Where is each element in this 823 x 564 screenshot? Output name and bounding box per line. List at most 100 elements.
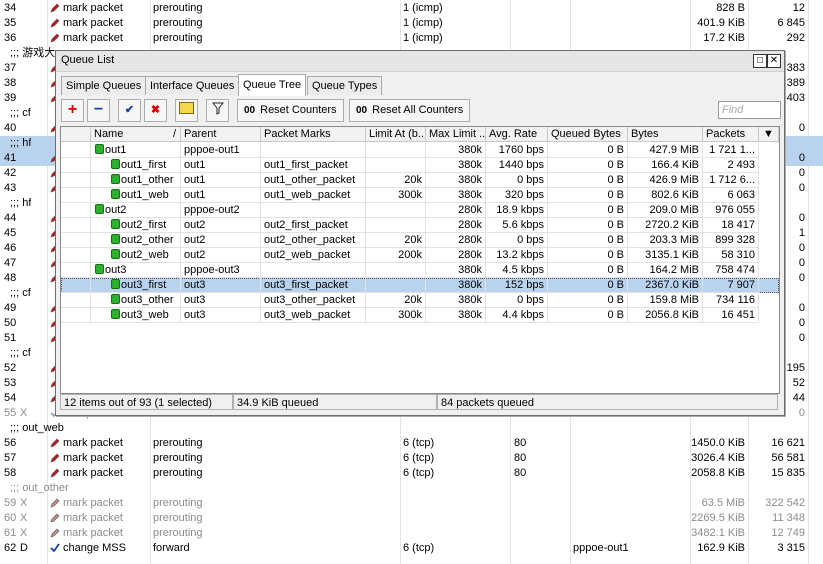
rule-number: 44 bbox=[4, 212, 17, 224]
queue-limit-at bbox=[366, 278, 426, 293]
rule-action: mark packet bbox=[63, 467, 123, 479]
queue-queued: 0 B bbox=[548, 293, 628, 308]
rule-packets: 12 749 bbox=[771, 527, 805, 539]
reset-counters-button[interactable]: 00 Reset Counters bbox=[237, 99, 344, 122]
rule-row[interactable]: 35 mark packet prerouting 1 (icmp) 401.9 KiB… bbox=[0, 16, 823, 31]
queue-packets: 2 493 bbox=[703, 158, 759, 173]
comment-button[interactable] bbox=[175, 99, 198, 122]
column-header-blank bbox=[61, 127, 91, 142]
queue-name-text: out1 bbox=[105, 144, 127, 156]
queue-packets: 6 063 bbox=[703, 188, 759, 203]
queue-row[interactable]: out2_other out2 out2_other_packet 20k 280k 0 … bbox=[61, 233, 779, 248]
rule-row[interactable]: 56 mark packet prerouting 6 (tcp) 80 1450.0 K… bbox=[0, 436, 823, 451]
rule-dst-port: 80 bbox=[514, 437, 527, 449]
tab-queue-tree[interactable]: Queue Tree bbox=[238, 74, 307, 96]
rule-bytes: 3026.4 KiB bbox=[691, 452, 745, 464]
enable-button[interactable]: ✔ bbox=[118, 99, 141, 122]
rule-chain: prerouting bbox=[153, 17, 203, 29]
row-gutter bbox=[61, 218, 91, 233]
remove-button[interactable]: − bbox=[87, 99, 110, 122]
rule-row[interactable]: 36 mark packet prerouting 1 (icmp) 17.2 KiB 2… bbox=[0, 31, 823, 46]
queue-parent: out1 bbox=[181, 173, 261, 188]
rule-number: 39 bbox=[4, 92, 17, 104]
queue-row[interactable]: out3_first out3 out3_first_packet 380k 152 b… bbox=[61, 278, 779, 293]
queue-name: out3_first bbox=[91, 278, 181, 293]
queue-name-text: out2 bbox=[105, 204, 127, 216]
reset-all-counters-button[interactable]: 00 Reset All Counters bbox=[349, 99, 471, 122]
rule-row[interactable]: 57 mark packet prerouting 6 (tcp) 80 3026.4 K… bbox=[0, 451, 823, 466]
queue-marks: out2_first_packet bbox=[261, 218, 366, 233]
queue-row[interactable]: out2_first out2 out2_first_packet 280k 5.6 k… bbox=[61, 218, 779, 233]
rule-row[interactable]: 62 Dchange MSS forward 6 (tcp) pppoe-out1 162… bbox=[0, 541, 823, 556]
rule-action: mark packet bbox=[63, 527, 123, 539]
queue-icon bbox=[95, 264, 104, 274]
rule-action: change MSS bbox=[63, 542, 126, 554]
disable-button[interactable]: ✖ bbox=[144, 99, 167, 122]
queue-row[interactable]: out2 pppoe-out2 280k 18.9 kbps 0 B 209.0 MiB 9… bbox=[61, 203, 779, 218]
rule-comment-row[interactable]: ;;; out_other bbox=[0, 481, 823, 496]
queue-name: out2 bbox=[91, 203, 181, 218]
tab-simple-queues[interactable]: Simple Queues bbox=[61, 76, 147, 95]
rule-protocol: 6 (tcp) bbox=[403, 467, 435, 479]
column-header-max-limit[interactable]: Max Limit ... bbox=[426, 127, 486, 142]
column-header-name[interactable]: Name / bbox=[91, 127, 181, 142]
close-icon[interactable]: ✕ bbox=[767, 54, 781, 68]
rule-row[interactable]: 61 Xmark packet prerouting 3482.1 KiB 12 749 bbox=[0, 526, 823, 541]
queue-parent: out2 bbox=[181, 248, 261, 263]
tab-queue-types[interactable]: Queue Types bbox=[307, 76, 383, 95]
rule-row[interactable]: 59 Xmark packet prerouting 63.5 MiB 322 542 bbox=[0, 496, 823, 511]
column-chooser-button[interactable]: ▼ bbox=[759, 127, 779, 142]
queue-parent: out1 bbox=[181, 158, 261, 173]
title-bar[interactable]: Queue List □ ✕ bbox=[56, 51, 784, 72]
rule-protocol: 1 (icmp) bbox=[403, 17, 443, 29]
column-header-queued-bytes[interactable]: Queued Bytes bbox=[548, 127, 628, 142]
queue-queued: 0 B bbox=[548, 263, 628, 278]
filter-icon bbox=[211, 102, 224, 115]
column-header-packets[interactable]: Packets bbox=[703, 127, 759, 142]
find-input[interactable]: Find bbox=[718, 101, 781, 119]
queue-name-text: out2_first bbox=[121, 219, 167, 231]
queue-row[interactable]: out3 pppoe-out3 380k 4.5 kbps 0 B 164.2 MiB 75… bbox=[61, 263, 779, 278]
column-header-parent[interactable]: Parent bbox=[181, 127, 261, 142]
queue-name: out2_web bbox=[91, 248, 181, 263]
queue-queued: 0 B bbox=[548, 188, 628, 203]
rule-comment-row[interactable]: ;;; out_web bbox=[0, 421, 823, 436]
filter-button[interactable] bbox=[206, 99, 229, 122]
rule-bytes: 17.2 KiB bbox=[703, 32, 745, 44]
queue-row[interactable]: out2_web out2 out2_web_packet 200k 280k 13.2 … bbox=[61, 248, 779, 263]
queue-row[interactable]: out1_other out1 out1_other_packet 20k 380k 0 … bbox=[61, 173, 779, 188]
queue-row[interactable]: out1_first out1 out1_first_packet 380k 1440 … bbox=[61, 158, 779, 173]
queue-max-limit: 280k bbox=[426, 218, 486, 233]
rule-number: 46 bbox=[4, 242, 17, 254]
column-header-limit-at[interactable]: Limit At (b... bbox=[366, 127, 426, 142]
column-header-avg-rate[interactable]: Avg. Rate bbox=[486, 127, 548, 142]
rule-number: 48 bbox=[4, 272, 17, 284]
tab-interface-queues[interactable]: Interface Queues bbox=[145, 76, 240, 95]
rule-number: 57 bbox=[4, 452, 17, 464]
rule-row[interactable]: 60 Xmark packet prerouting 2269.5 KiB 11 348 bbox=[0, 511, 823, 526]
queue-row[interactable]: out3_other out3 out3_other_packet 20k 380k 0 … bbox=[61, 293, 779, 308]
rule-number: 45 bbox=[4, 227, 17, 239]
queue-row[interactable]: out3_web out3 out3_web_packet 300k 380k 4.4 k… bbox=[61, 308, 779, 323]
queue-row[interactable]: out1 pppoe-out1 380k 1760 bps 0 B 427.9 MiB 1 … bbox=[61, 143, 779, 158]
rule-bytes: 2269.5 KiB bbox=[691, 512, 745, 524]
queue-name-text: out3_other bbox=[121, 294, 174, 306]
pencil-icon bbox=[50, 528, 60, 538]
rule-action: mark packet bbox=[63, 452, 123, 464]
restore-icon[interactable]: □ bbox=[753, 54, 767, 68]
queue-name-text: out3 bbox=[105, 264, 127, 276]
queue-name-text: out2_web bbox=[121, 249, 169, 261]
queue-marks: out2_web_packet bbox=[261, 248, 366, 263]
rule-number: 37 bbox=[4, 62, 17, 74]
queue-row[interactable]: out1_web out1 out1_web_packet 300k 380k 320 b… bbox=[61, 188, 779, 203]
row-gutter bbox=[61, 233, 91, 248]
rule-row[interactable]: 34 mark packet prerouting 1 (icmp) 828 B 12 bbox=[0, 1, 823, 16]
rule-action: ;;; hf bbox=[10, 137, 32, 149]
queue-bytes: 2720.2 KiB bbox=[628, 218, 703, 233]
pencil-icon bbox=[50, 513, 60, 523]
rule-row[interactable]: 58 mark packet prerouting 6 (tcp) 80 2058.8 K… bbox=[0, 466, 823, 481]
rule-action: mark packet bbox=[63, 512, 123, 524]
column-header-bytes[interactable]: Bytes bbox=[628, 127, 703, 142]
add-button[interactable]: + bbox=[61, 99, 84, 122]
column-header-packet-marks[interactable]: Packet Marks bbox=[261, 127, 366, 142]
